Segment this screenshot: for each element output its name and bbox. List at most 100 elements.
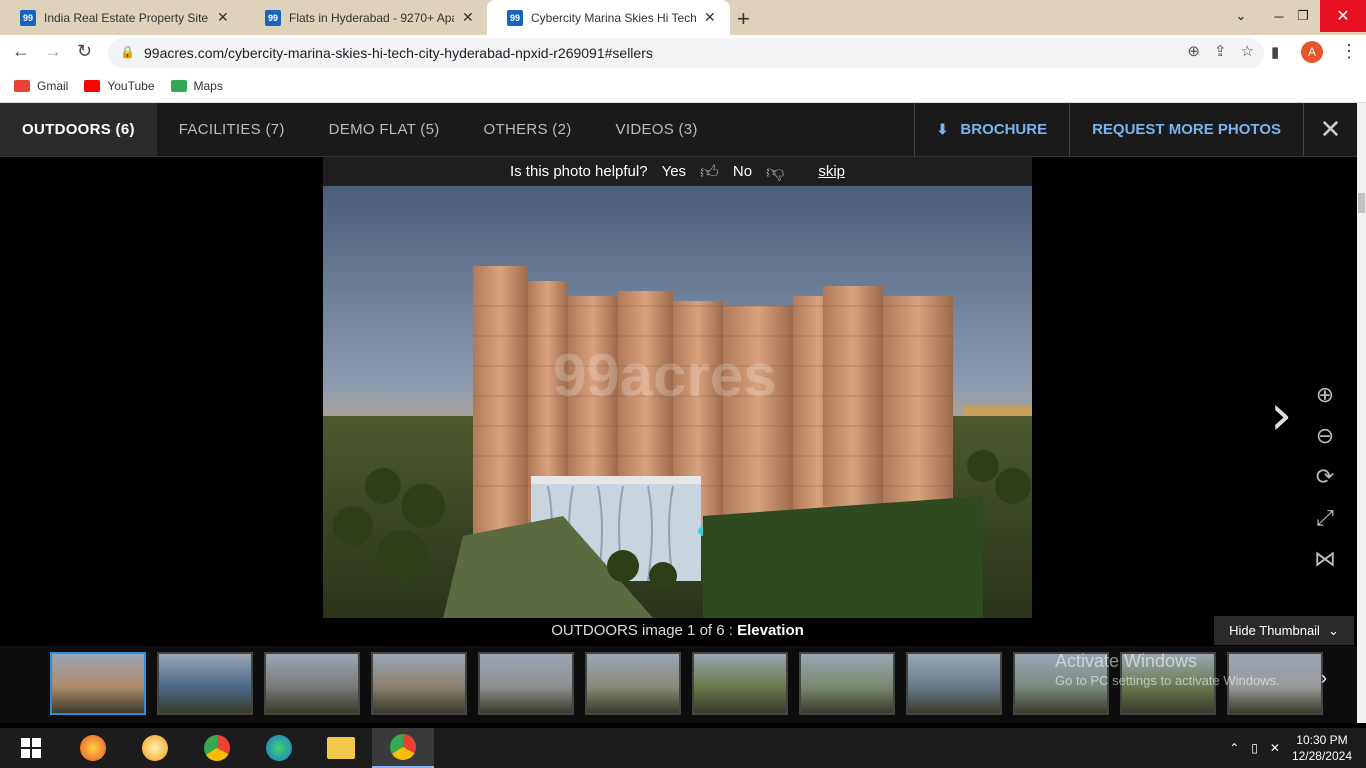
caption-name: Elevation [737,622,804,639]
thumbnail-item[interactable] [799,652,895,715]
tab-videos[interactable]: VIDEOS (3) [594,103,720,156]
new-tab-icon[interactable]: + [737,6,750,32]
tab-outdoors[interactable]: OUTDOORS (6) [0,103,157,156]
browser-tab-1[interactable]: 99 India Real Estate Property Site - Buy… [0,0,245,35]
photo-gallery-viewer: OUTDOORS (6) FACILITIES (7) DEMO FLAT (5… [0,103,1357,723]
menu-kebab-icon[interactable]: ⋮ [1340,41,1358,62]
share-icon[interactable]: ⋈ [1314,547,1336,571]
99acres-favicon-icon: 99 [507,9,523,26]
clock[interactable]: 10:30 PM 12/28/2024 [1292,732,1352,764]
clock-time: 10:30 PM [1296,733,1348,747]
thumbnail-item[interactable] [478,652,574,715]
thumbnail-item[interactable] [692,652,788,715]
tab-facilities[interactable]: FACILITIES (7) [157,103,307,156]
photo-caption: OUTDOORS image 1 of 6 : Elevation [323,622,1032,639]
99acres-favicon-icon: 99 [20,9,36,26]
forward-icon[interactable]: → [44,41,62,62]
file-explorer-taskbar-icon[interactable] [310,728,372,768]
feedback-skip-link[interactable]: skip [818,163,845,180]
photo-tools: ⊕ ⊖ ⟳ ⤢ ⋈ [1314,383,1336,571]
browser-tab-3-active[interactable]: 99 Cybercity Marina Skies Hi Tech City ✕ [487,0,730,35]
close-icon[interactable]: ✕ [1303,103,1357,156]
caption-prefix: OUTDOORS image 1 of 6 : [551,622,738,639]
share-icon[interactable]: ⇪ [1214,42,1227,60]
feedback-yes-button[interactable]: Yes [662,163,686,180]
download-icon: ⬇ [936,121,949,137]
watermark-title: Activate Windows [1055,651,1198,671]
thumbnail-item[interactable] [50,652,146,715]
thumbs-down-icon[interactable]: 👎︎ [766,161,784,183]
back-icon[interactable]: ← [12,41,30,62]
tab-title: Flats in Hyderabad - 9270+ Apartments [289,10,454,25]
bookmark-gmail[interactable]: Gmail [14,79,68,93]
tab-others[interactable]: OTHERS (2) [462,103,594,156]
feedback-no-button[interactable]: No [733,163,752,180]
99acres-favicon-icon: 99 [265,9,281,26]
hide-thumbnail-label: Hide Thumbnail [1229,623,1320,638]
show-hidden-icons-icon[interactable]: ⌃ [1229,741,1239,755]
next-photo-icon[interactable]: › [1270,383,1292,448]
clock-date: 12/28/2024 [1291,749,1352,763]
activate-windows-watermark: Activate Windows Go to PC settings to ac… [1055,651,1280,691]
thumbnail-item[interactable] [371,652,467,715]
thumbnail-item[interactable] [157,652,253,715]
close-tab-icon[interactable]: ✕ [462,9,474,26]
close-tab-icon[interactable]: ✕ [217,9,229,26]
thumbnail-item[interactable] [264,652,360,715]
tab-demo-flat[interactable]: DEMO FLAT (5) [307,103,462,156]
thumbnails-next-icon[interactable]: › [1321,668,1327,689]
browser-tab-strip: 99 India Real Estate Property Site - Buy… [0,0,1366,35]
chrome-taskbar-icon[interactable] [186,728,248,768]
tab-title: Cybercity Marina Skies Hi Tech City [531,10,696,25]
gmail-icon [14,80,30,92]
category-tab-bar: OUTDOORS (6) FACILITIES (7) DEMO FLAT (5… [0,103,1357,157]
windows-logo-icon [21,738,41,758]
hide-thumbnail-button[interactable]: Hide Thumbnail ⌄ [1214,616,1354,645]
lock-icon[interactable]: 🔒 [120,45,135,59]
battery-icon[interactable]: ▯ [1251,741,1258,755]
thumbnail-item[interactable] [585,652,681,715]
brochure-button[interactable]: ⬇ BROCHURE [913,103,1069,156]
watermark-subtitle: Go to PC settings to activate Windows. [1055,673,1280,688]
side-panel-icon[interactable]: ▮ [1271,43,1279,61]
bookmark-maps[interactable]: Maps [170,79,223,93]
scrollbar-thumb[interactable] [1358,193,1365,213]
close-window-icon[interactable]: ✕ [1320,0,1366,32]
maps-icon [170,80,187,92]
close-tab-icon[interactable]: ✕ [704,9,716,26]
chevron-double-down-icon: ⌄ [1327,622,1339,638]
edge-taskbar-icon[interactable] [248,728,310,768]
youtube-icon [84,80,101,92]
browser-tab-2[interactable]: 99 Flats in Hyderabad - 9270+ Apartments… [245,0,490,35]
address-bar[interactable]: 🔒 99acres.com/cybercity-marina-skies-hi-… [108,38,1264,68]
photo-feedback-bar: Is this photo helpful? Yes 👍︎ No 👎︎ skip [323,157,1032,186]
chrome-profile-taskbar-icon[interactable] [372,728,434,768]
bookmark-youtube[interactable]: YouTube [84,79,155,93]
rotate-icon[interactable]: ⟳ [1316,465,1334,489]
network-icon[interactable]: ✕ [1270,741,1280,755]
zoom-out-icon[interactable]: ⊖ [1316,424,1334,448]
main-photo[interactable]: 99acres [323,186,1032,618]
feedback-question: Is this photo helpful? [509,163,648,180]
watermark-text: 99acres [553,342,777,409]
zoom-in-icon[interactable]: ⊕ [1316,383,1334,407]
zoom-icon[interactable]: ⊕ [1187,42,1200,60]
brochure-label: BROCHURE [960,121,1048,138]
thumbnail-item[interactable] [906,652,1002,715]
bookmark-label: Gmail [37,79,69,93]
reload-icon[interactable]: ↻ [77,41,92,62]
request-more-photos-button[interactable]: REQUEST MORE PHOTOS [1069,103,1303,156]
app-taskbar-icon[interactable] [124,728,186,768]
bookmarks-bar: Gmail YouTube Maps [0,70,1366,103]
bookmark-label: YouTube [107,79,155,93]
browser-toolbar: ← → ↻ 🔒 99acres.com/cybercity-marina-ski… [0,35,1366,70]
fullscreen-icon[interactable]: ⤢ [1316,506,1334,530]
start-button[interactable] [0,728,62,768]
vertical-scrollbar[interactable] [1357,103,1366,723]
thumbs-up-icon[interactable]: 👍︎ [700,161,719,183]
profile-avatar[interactable]: A [1301,41,1323,63]
bookmark-label: Maps [193,79,223,93]
windows-taskbar: ⌃ ▯ ✕ 10:30 PM 12/28/2024 [0,728,1366,768]
firefox-taskbar-icon[interactable] [62,728,124,768]
bookmark-star-icon[interactable]: ☆ [1241,42,1254,60]
